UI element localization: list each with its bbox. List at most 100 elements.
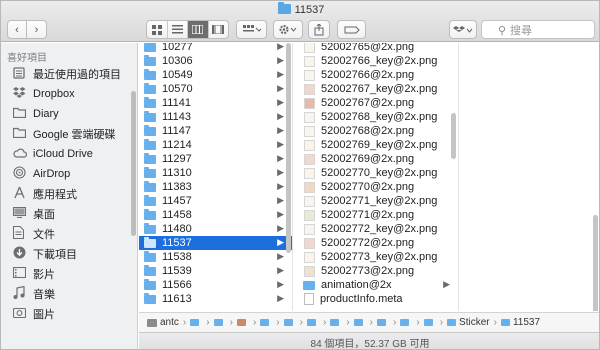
disclosure-arrow-icon: ▶	[277, 139, 284, 149]
list-item[interactable]: 52002772@2x.png	[294, 236, 458, 250]
list-item[interactable]: 11383 ▶	[139, 180, 292, 194]
column-view-button[interactable]	[188, 21, 209, 38]
gallery-view-button[interactable]	[209, 21, 229, 38]
list-item[interactable]: 52002768_key@2x.png	[294, 110, 458, 124]
path-segment[interactable]	[423, 319, 436, 326]
list-item[interactable]: 52002767_key@2x.png	[294, 82, 458, 96]
sidebar-item-recents[interactable]: 最近使用過的項目	[1, 64, 129, 84]
path-segment[interactable]	[260, 319, 272, 326]
list-item[interactable]: 11539 ▶	[139, 264, 292, 278]
list-item[interactable]: 11297 ▶	[139, 152, 292, 166]
list-item[interactable]: 10549 ▶	[139, 68, 292, 82]
list-item[interactable]: 11566 ▶	[139, 278, 292, 292]
column-scrollbar[interactable]	[286, 43, 291, 253]
list-item[interactable]: 11147 ▶	[139, 124, 292, 138]
sidebar-item-applications[interactable]: 應用程式	[1, 184, 129, 204]
list-item[interactable]: 52002765@2x.png	[294, 43, 458, 54]
folder-icon	[213, 319, 223, 326]
list-item[interactable]: 11480 ▶	[139, 222, 292, 236]
list-item-selected[interactable]: 11537 ▶	[139, 236, 292, 250]
list-item[interactable]: 11538 ▶	[139, 250, 292, 264]
path-segment[interactable]	[330, 319, 342, 326]
list-item[interactable]: 10306 ▶	[139, 54, 292, 68]
search-field[interactable]: ⚲ 搜尋	[481, 20, 595, 39]
list-item[interactable]: 11310 ▶	[139, 166, 292, 180]
list-item[interactable]: 11458 ▶	[139, 208, 292, 222]
sidebar-item-airdrop[interactable]: AirDrop	[1, 164, 129, 184]
sidebar-item-label: AirDrop	[33, 168, 71, 180]
folder-icon	[277, 2, 291, 14]
list-item[interactable]: 11457 ▶	[139, 194, 292, 208]
path-segment[interactable]	[377, 319, 389, 326]
back-button[interactable]: ‹	[7, 20, 27, 39]
sidebar: 喜好項目 最近使用過的項目 Dropbox Diary Google 雲端硬碟 …	[1, 43, 138, 349]
sidebar-item-label: 最近使用過的項目	[33, 69, 121, 81]
folder-icon	[330, 319, 340, 326]
sidebar-item-icloud-drive[interactable]: iCloud Drive	[1, 144, 129, 164]
image-file-icon	[304, 195, 315, 207]
share-button[interactable]	[308, 20, 330, 39]
list-item[interactable]: 11143 ▶	[139, 110, 292, 124]
path-segment[interactable]	[353, 319, 366, 326]
list-item[interactable]: 10277 ▶	[139, 43, 292, 54]
sidebar-item-dropbox[interactable]: Dropbox	[1, 84, 129, 104]
list-item[interactable]: 11141 ▶	[139, 96, 292, 110]
path-segment[interactable]	[283, 319, 296, 326]
action-button[interactable]	[273, 20, 303, 39]
sidebar-item-music[interactable]: 音樂	[1, 284, 129, 304]
folder-icon	[144, 292, 156, 304]
downloads-icon	[1, 246, 26, 262]
list-item[interactable]: 52002767@2x.png	[294, 96, 458, 110]
list-item[interactable]: 11214 ▶	[139, 138, 292, 152]
list-item[interactable]: animation@2x ▶	[294, 278, 458, 292]
sidebar-item-desktop[interactable]: 桌面	[1, 204, 129, 224]
list-item[interactable]: 52002773@2x.png	[294, 264, 458, 278]
list-item[interactable]: 52002769_key@2x.png	[294, 138, 458, 152]
path-segment[interactable]: Sticker	[447, 317, 490, 328]
list-item[interactable]: 52002766@2x.png	[294, 68, 458, 82]
arrange-button[interactable]	[236, 20, 267, 39]
pictures-icon	[1, 307, 27, 321]
sidebar-scrollbar[interactable]	[131, 91, 136, 236]
folder-icon	[144, 194, 156, 206]
sidebar-item-downloads[interactable]: 下載項目	[1, 244, 129, 264]
sidebar-item-diary[interactable]: Diary	[1, 104, 129, 124]
path-segment[interactable]	[400, 319, 412, 326]
list-item[interactable]: 10570 ▶	[139, 82, 292, 96]
list-item[interactable]: 11613 ▶	[139, 292, 292, 306]
folder-icon	[260, 319, 270, 326]
path-segment[interactable]: 11537	[500, 317, 540, 328]
sidebar-heading: 喜好項目	[7, 53, 47, 64]
sidebar-item-documents[interactable]: 文件	[1, 224, 129, 244]
list-item[interactable]: 52002773_key@2x.png	[294, 250, 458, 264]
column-scrollbar[interactable]	[593, 215, 598, 311]
list-item[interactable]: productInfo.meta	[294, 292, 458, 306]
icon-view-button[interactable]	[147, 21, 168, 38]
tag-button[interactable]	[337, 20, 366, 39]
dropbox-button[interactable]	[449, 20, 477, 39]
path-segment[interactable]	[236, 319, 249, 326]
folder-icon	[144, 96, 156, 108]
path-segment[interactable]	[190, 319, 202, 326]
list-item[interactable]: 52002770_key@2x.png	[294, 166, 458, 180]
sidebar-item-pictures[interactable]: 圖片	[1, 304, 129, 324]
list-item[interactable]: 52002766_key@2x.png	[294, 54, 458, 68]
folder-icon	[306, 319, 316, 326]
sidebar-item-google-drive[interactable]: Google 雲端硬碟	[1, 124, 129, 144]
path-segment[interactable]: antc	[147, 317, 179, 328]
forward-button[interactable]: ›	[27, 20, 47, 39]
path-segment[interactable]	[213, 319, 226, 326]
list-item[interactable]: 52002768@2x.png	[294, 124, 458, 138]
image-file-icon	[304, 125, 315, 137]
sidebar-item-movies[interactable]: 影片	[1, 264, 129, 284]
list-item[interactable]: 52002771@2x.png	[294, 208, 458, 222]
column-scrollbar[interactable]	[451, 113, 456, 159]
list-icon	[171, 25, 183, 34]
list-item[interactable]: 52002769@2x.png	[294, 152, 458, 166]
list-item[interactable]: 52002771_key@2x.png	[294, 194, 458, 208]
list-view-button[interactable]	[168, 21, 188, 38]
path-segment[interactable]	[306, 319, 319, 326]
list-item[interactable]: 52002772_key@2x.png	[294, 222, 458, 236]
path-bar: antc › › › › › › › › › › › › Sticker › 115…	[139, 312, 599, 332]
list-item[interactable]: 52002770@2x.png	[294, 180, 458, 194]
